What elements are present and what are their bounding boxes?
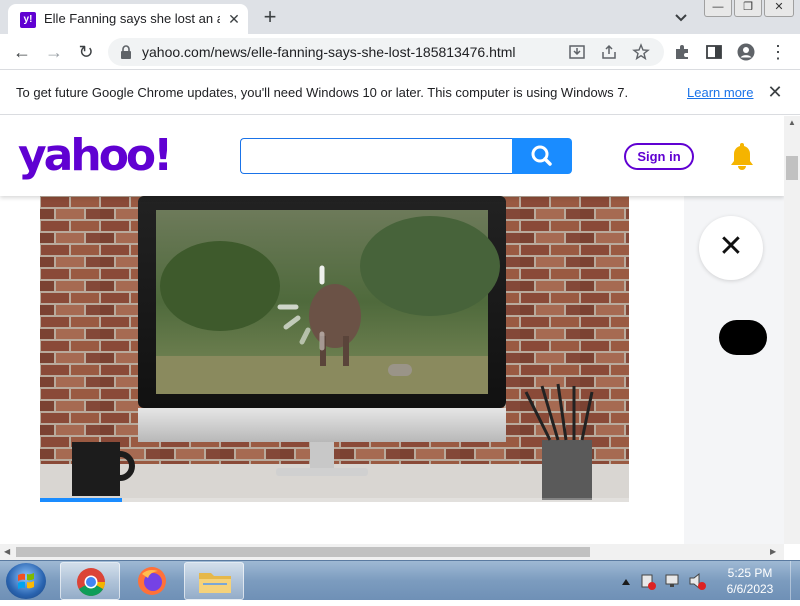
clock-date[interactable]: 6/6/2023 xyxy=(712,582,788,596)
infobar-close-icon[interactable]: ✕ xyxy=(766,83,784,101)
taskbar-file-explorer[interactable] xyxy=(184,562,244,600)
tab-title: Elle Fanning says she lost an acti xyxy=(44,11,220,26)
scroll-left-arrow-icon[interactable]: ◀ xyxy=(4,547,10,556)
horizontal-scroll-thumb[interactable] xyxy=(16,547,590,557)
browser-toolbar: ← → ↻ yahoo.com/news/elle-fanning-says-s… xyxy=(0,34,800,70)
video-thumbnail-image xyxy=(40,196,629,502)
taskbar-chrome[interactable] xyxy=(60,562,120,600)
window-controls: — ❐ ✕ xyxy=(704,0,796,18)
window-close-button[interactable]: ✕ xyxy=(764,0,794,17)
notification-bell-icon[interactable] xyxy=(728,141,756,171)
learn-more-link[interactable]: Learn more xyxy=(687,85,755,103)
yahoo-header: yahoo! Sign in xyxy=(0,116,784,196)
chrome-icon xyxy=(77,568,105,596)
video-progress-bar[interactable] xyxy=(40,498,629,502)
side-panel-icon[interactable] xyxy=(705,43,723,61)
vertical-scrollbar[interactable]: ▲ xyxy=(784,116,800,544)
install-app-icon[interactable] xyxy=(568,43,586,61)
extensions-puzzle-icon[interactable] xyxy=(673,43,691,61)
tab-strip: y! Elle Fanning says she lost an acti ✕ … xyxy=(0,0,800,34)
windows-taskbar: 5:25 PM 6/6/2023 xyxy=(0,560,800,601)
video-progress-fill xyxy=(40,498,123,502)
bookmark-star-icon[interactable] xyxy=(632,43,650,61)
action-center-flag-icon xyxy=(641,574,656,590)
browser-tab[interactable]: y! Elle Fanning says she lost an acti ✕ xyxy=(8,4,248,34)
new-tab-button[interactable]: + xyxy=(258,6,282,30)
page-viewport: yahoo! Sign in ✕ xyxy=(0,116,784,544)
url-text[interactable]: yahoo.com/news/elle-fanning-says-she-los… xyxy=(142,44,562,62)
yahoo-logo[interactable]: yahoo! xyxy=(18,130,188,182)
reload-button[interactable]: ↻ xyxy=(74,40,98,64)
profile-avatar-icon[interactable] xyxy=(737,43,755,61)
show-desktop-button[interactable] xyxy=(790,561,800,601)
browser-menu-button[interactable]: ⋮ xyxy=(766,40,790,64)
clock-time[interactable]: 5:25 PM xyxy=(712,566,788,580)
tab-search-chevron-icon[interactable] xyxy=(672,8,690,26)
tab-close-icon[interactable]: ✕ xyxy=(226,11,242,27)
firefox-icon xyxy=(138,567,166,595)
infobar-message: To get future Google Chrome updates, you… xyxy=(16,85,629,100)
yahoo-favicon-icon: y! xyxy=(20,12,36,28)
vertical-scroll-thumb[interactable] xyxy=(786,156,798,180)
volume-muted-icon xyxy=(689,572,706,590)
horizontal-scrollbar[interactable]: ◀ ▶ xyxy=(0,544,784,560)
maximize-button[interactable]: ❐ xyxy=(734,0,762,17)
lock-icon[interactable] xyxy=(120,45,132,59)
search-icon xyxy=(531,145,552,166)
share-icon[interactable] xyxy=(600,43,618,61)
sign-in-button[interactable]: Sign in xyxy=(624,143,694,170)
windows-logo-icon xyxy=(18,573,34,589)
start-button[interactable] xyxy=(6,563,46,599)
search-button[interactable] xyxy=(512,138,572,174)
video-player[interactable] xyxy=(40,196,629,502)
forward-button[interactable]: → xyxy=(42,40,66,64)
update-infobar: To get future Google Chrome updates, you… xyxy=(0,71,800,115)
taskbar-firefox[interactable] xyxy=(122,562,182,600)
black-pill-button[interactable] xyxy=(719,320,767,355)
close-video-button[interactable]: ✕ xyxy=(699,216,763,280)
scroll-up-arrow-icon[interactable]: ▲ xyxy=(788,118,796,127)
folder-icon xyxy=(199,573,231,593)
scroll-right-arrow-icon[interactable]: ▶ xyxy=(770,547,776,556)
address-bar[interactable]: yahoo.com/news/elle-fanning-says-she-los… xyxy=(108,38,664,66)
network-icon xyxy=(665,574,679,587)
search-input[interactable] xyxy=(240,138,514,174)
back-button[interactable]: ← xyxy=(10,40,34,64)
minimize-button[interactable]: — xyxy=(704,0,732,17)
tray-icons xyxy=(622,572,706,590)
